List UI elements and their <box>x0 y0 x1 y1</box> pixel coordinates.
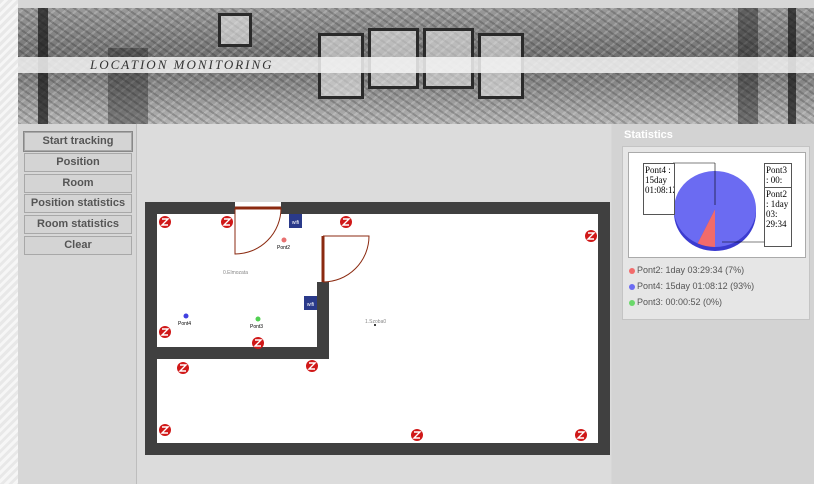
statistics-panel: Statistics Pont4 : 15day 01:08:12 Pont3 … <box>612 124 814 484</box>
wifi-router-icon[interactable]: wifi <box>304 296 317 310</box>
zigbee-sensor-icon[interactable] <box>252 337 264 349</box>
pie-label-pont3: Pont3 : 00: <box>764 163 792 189</box>
svg-text:Pont3: Pont3 <box>250 324 263 330</box>
room-label: 1.Szoba0 <box>365 319 386 325</box>
zigbee-sensor-icon[interactable] <box>177 362 189 374</box>
zigbee-sensor-icon[interactable] <box>159 424 171 436</box>
zigbee-sensor-icon[interactable] <box>306 360 318 372</box>
wifi-router-icon[interactable]: wifi <box>289 214 302 228</box>
svg-text:wifi: wifi <box>292 220 299 226</box>
svg-text:Pont4: Pont4 <box>178 321 191 327</box>
zigbee-sensor-icon[interactable] <box>159 216 171 228</box>
svg-text:wifi: wifi <box>307 302 314 308</box>
page-edge <box>0 0 18 484</box>
position-statistics-button[interactable]: Position statistics <box>24 194 132 213</box>
pie-label-pont4: Pont4 : 15day 01:08:12 <box>643 163 675 215</box>
header-banner: LOCATION MONITORING <box>18 8 814 124</box>
legend-item-pont3: Pont3: 00:00:52 (0%) <box>629 297 722 307</box>
zigbee-sensor-icon[interactable] <box>221 216 233 228</box>
statistics-box: Pont4 : 15day 01:08:12 Pont3 : 00: Pont2… <box>622 146 810 320</box>
room-button[interactable]: Room <box>24 174 132 193</box>
floor-plan: wifi wifi 0.Elmozata 1.Szoba0 Pont2 Pont… <box>145 202 610 455</box>
app-title: LOCATION MONITORING <box>90 57 274 72</box>
room-statistics-button[interactable]: Room statistics <box>24 215 132 234</box>
map-area: wifi wifi 0.Elmozata 1.Szoba0 Pont2 Pont… <box>137 124 611 484</box>
zigbee-sensor-icon[interactable] <box>411 429 423 441</box>
position-button[interactable]: Position <box>24 153 132 172</box>
room-label: 0.Elmozata <box>223 270 248 276</box>
legend-dot <box>629 299 635 306</box>
zigbee-sensor-icon[interactable] <box>575 429 587 441</box>
zigbee-sensor-icon[interactable] <box>159 326 171 338</box>
legend-dot <box>629 267 635 274</box>
legend-item-pont4: Pont4: 15day 01:08:12 (93%) <box>629 281 754 291</box>
sidebar: Start tracking Position Room Position st… <box>18 124 137 484</box>
clear-button[interactable]: Clear <box>24 236 132 255</box>
zigbee-sensor-icon[interactable] <box>585 230 597 242</box>
legend-dot <box>629 283 635 290</box>
start-tracking-button[interactable]: Start tracking <box>23 131 133 152</box>
svg-text:Pont2: Pont2 <box>277 245 290 251</box>
pie-label-pont2: Pont2 : 1day 03: 29:34 <box>764 187 792 247</box>
zigbee-sensor-icon[interactable] <box>340 216 352 228</box>
statistics-title: Statistics <box>624 129 673 141</box>
pie-chart: Pont4 : 15day 01:08:12 Pont3 : 00: Pont2… <box>628 152 806 258</box>
legend-item-pont2: Pont2: 1day 03:29:34 (7%) <box>629 265 744 275</box>
